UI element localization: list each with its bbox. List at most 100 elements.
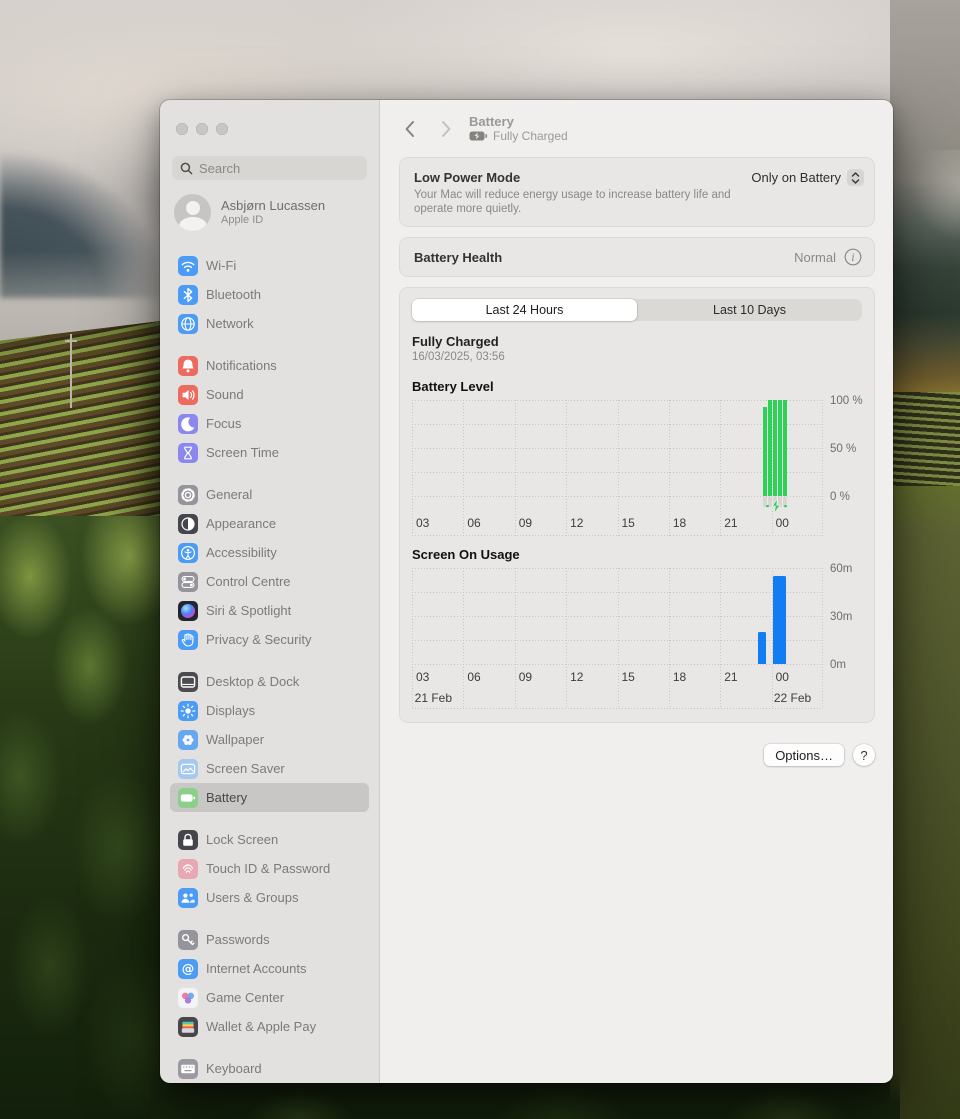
grid-line-vertical: [463, 568, 464, 709]
sidebar-item-internet-accounts[interactable]: @ Internet Accounts: [170, 954, 369, 983]
date-label: 21 Feb: [414, 691, 452, 705]
sidebar-item-label: Displays: [206, 703, 256, 718]
help-button[interactable]: ?: [853, 744, 875, 766]
search-input[interactable]: Search: [172, 156, 367, 180]
sidebar-item-accessibility[interactable]: Accessibility: [170, 538, 369, 567]
sidebar-item-label: Siri & Spotlight: [206, 603, 292, 618]
sidebar-item-label: Keyboard: [206, 1061, 262, 1076]
sidebar-item-keyboard[interactable]: Keyboard: [170, 1054, 369, 1083]
avatar: [174, 194, 211, 231]
sidebar-item-users-and-groups[interactable]: Users & Groups: [170, 883, 369, 912]
sidebar-item-siri-and-spotlight[interactable]: Siri & Spotlight: [170, 596, 369, 625]
close-window-button[interactable]: [176, 123, 188, 135]
x-tick-label: 12: [570, 670, 584, 684]
grid-line-vertical: [720, 400, 721, 536]
forward-button[interactable]: [439, 120, 453, 138]
sidebar-item-bluetooth[interactable]: Bluetooth: [170, 280, 369, 309]
privacy-and-security-icon: [178, 629, 198, 650]
wallpaper-forest: [0, 516, 185, 1119]
time-range-segmented-control: Last 24 Hours Last 10 Days: [412, 299, 862, 321]
screen-saver-icon: [178, 758, 198, 779]
zoom-window-button[interactable]: [216, 123, 228, 135]
chart-bar: [773, 576, 786, 664]
grid-line-vertical: [618, 400, 619, 536]
network-icon: [178, 313, 198, 334]
x-tick-label: 12: [570, 516, 584, 530]
y-tick-label: 30m: [830, 611, 853, 623]
sidebar-item-focus[interactable]: Focus: [170, 409, 369, 438]
x-tick-label: 03: [416, 516, 430, 530]
battery-usage-card: Last 24 Hours Last 10 Days Fully Charged…: [399, 287, 875, 723]
y-tick-label: 60m: [830, 563, 853, 575]
sidebar-item-touch-id-and-password[interactable]: Touch ID & Password: [170, 854, 369, 883]
appearance-icon: [178, 513, 198, 534]
sidebar-item-label: Network: [206, 316, 254, 331]
sidebar-item-label: Appearance: [206, 516, 277, 531]
sidebar-item-notifications[interactable]: Notifications: [170, 351, 369, 380]
x-tick-label: 03: [416, 670, 430, 684]
settings-content: Battery Fully Charged Low Power Mode You…: [380, 100, 893, 1083]
options-button[interactable]: Options…: [764, 744, 844, 766]
sidebar-item-lock-screen[interactable]: Lock Screen: [170, 825, 369, 854]
settings-sidebar: Search Asbjørn Lucassen Apple ID Wi-Fi Bl…: [160, 100, 380, 1083]
sidebar-item-battery[interactable]: Battery: [170, 783, 369, 812]
grid-line-horizontal: [412, 496, 823, 497]
sidebar-item-desktop-and-dock[interactable]: Desktop & Dock: [170, 667, 369, 696]
sidebar-item-label: Wi-Fi: [206, 258, 237, 273]
page-title: Battery: [469, 114, 514, 129]
sidebar-item-wi-fi[interactable]: Wi-Fi: [170, 251, 369, 280]
sidebar-item-game-center[interactable]: Game Center: [170, 983, 369, 1012]
sidebar-item-displays[interactable]: Displays: [170, 696, 369, 725]
charging-bolt-icon: [766, 498, 788, 520]
info-icon[interactable]: i: [844, 248, 862, 266]
desktop-and-dock-icon: [178, 671, 198, 692]
sidebar-item-screen-time[interactable]: Screen Time: [170, 438, 369, 467]
search-icon: [180, 162, 193, 175]
screen-time-icon: [178, 442, 198, 463]
battery-level-chart-title: Battery Level: [412, 379, 494, 394]
low-power-mode-dropdown[interactable]: [847, 169, 864, 186]
sidebar-item-general[interactable]: General: [170, 480, 369, 509]
search-placeholder: Search: [199, 160, 241, 176]
content-header: Battery Fully Charged: [380, 100, 893, 157]
tab-last-10-days[interactable]: Last 10 Days: [637, 299, 862, 321]
battery-status-icon: [469, 131, 488, 141]
sidebar-item-label: Notifications: [206, 358, 277, 373]
keyboard-icon: [178, 1058, 198, 1079]
y-tick-label: 100 %: [830, 395, 863, 407]
usage-status-title: Fully Charged: [412, 334, 499, 349]
grid-line-horizontal: [412, 448, 823, 449]
tab-last-24-hours[interactable]: Last 24 Hours: [412, 299, 637, 321]
low-power-mode-card: Low Power Mode Your Mac will reduce ener…: [399, 157, 875, 227]
accessibility-icon: [178, 542, 198, 563]
profile-name: Asbjørn Lucassen: [221, 198, 326, 213]
sidebar-item-control-centre[interactable]: Control Centre: [170, 567, 369, 596]
back-button[interactable]: [402, 120, 416, 138]
battery-health-card: Battery Health Normal i: [399, 237, 875, 277]
chart-bottom-border: [412, 708, 823, 709]
sidebar-items: Wi-Fi Bluetooth Network Notifications Sound F…: [170, 251, 369, 1083]
grid-line-horizontal: [412, 568, 823, 569]
sidebar-item-wallpaper[interactable]: Wallpaper: [170, 725, 369, 754]
sidebar-item-privacy-and-security[interactable]: Privacy & Security: [170, 625, 369, 654]
sidebar-item-passwords[interactable]: Passwords: [170, 925, 369, 954]
y-tick-label: 0 %: [830, 491, 850, 503]
battery-status-text: Fully Charged: [493, 129, 568, 143]
sidebar-item-label: Lock Screen: [206, 832, 279, 847]
bluetooth-icon: [178, 284, 198, 305]
sidebar-item-network[interactable]: Network: [170, 309, 369, 338]
minimize-window-button[interactable]: [196, 123, 208, 135]
grid-line-vertical: [566, 568, 567, 709]
sidebar-item-appearance[interactable]: Appearance: [170, 509, 369, 538]
sidebar-item-sound[interactable]: Sound: [170, 380, 369, 409]
grid-line-horizontal: [412, 664, 823, 665]
sidebar-item-label: Screen Saver: [206, 761, 285, 776]
sidebar-item-screen-saver[interactable]: Screen Saver: [170, 754, 369, 783]
sidebar-item-label: Bluetooth: [206, 287, 261, 302]
apple-id-profile[interactable]: Asbjørn Lucassen Apple ID: [170, 194, 369, 231]
sidebar-item-wallet-and-apple-pay[interactable]: Wallet & Apple Pay: [170, 1012, 369, 1041]
sidebar-group: Notifications Sound Focus Screen Time: [170, 351, 369, 467]
sidebar-item-label: Accessibility: [206, 545, 277, 560]
low-power-mode-description: Your Mac will reduce energy usage to inc…: [414, 189, 731, 215]
grid-line-vertical: [720, 568, 721, 709]
